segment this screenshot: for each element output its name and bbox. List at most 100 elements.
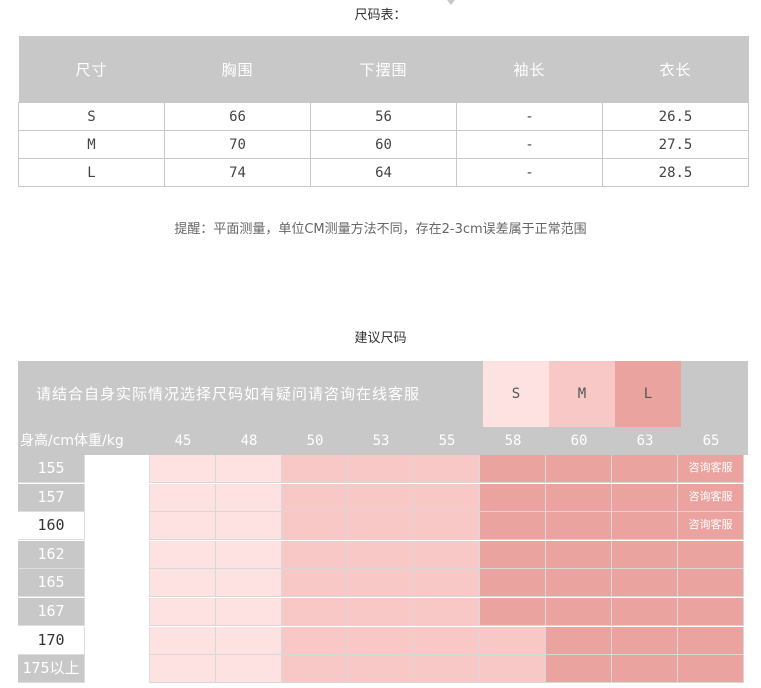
axis-label: 身高/cm体重/kg: [20, 433, 124, 449]
size-cell-m: [348, 655, 414, 684]
size-cell-l: [678, 626, 744, 655]
size-cell-m: [282, 483, 348, 512]
size-cell-m: [480, 655, 546, 684]
grid-row: 167: [18, 598, 748, 626]
size-cell-m: [348, 540, 414, 569]
size-cell-m: [282, 455, 348, 483]
size-cell-l: [546, 512, 612, 541]
size-cell-m: [348, 483, 414, 512]
blank-cell: [84, 455, 150, 483]
cell-sleeve: -: [456, 102, 603, 131]
size-cell-m: [414, 512, 480, 541]
size-cell-s: [150, 512, 216, 541]
consult-cell: 咨询客服: [678, 512, 744, 541]
weight-col-header: 50: [306, 433, 324, 449]
cell-hem: 60: [310, 130, 457, 159]
weight-col-header: 45: [174, 433, 192, 449]
size-cell-m: [348, 626, 414, 655]
size-cell-m: [348, 512, 414, 541]
size-cell-m: [282, 540, 348, 569]
legend-l: L: [615, 361, 681, 427]
cell-length: 27.5: [602, 130, 749, 159]
height-cell: 155: [18, 455, 84, 483]
size-cell-l: [546, 455, 612, 483]
size-cell-s: [150, 455, 216, 483]
size-cell-s: [150, 483, 216, 512]
size-cell-l: [546, 540, 612, 569]
size-cell-m: [414, 655, 480, 684]
size-cell-l: [480, 569, 546, 598]
weight-header: 身高/cm体重/kg 45 48 50 53 55 58 60 63 65: [18, 427, 748, 455]
table-row: M 70 60 - 27.5: [18, 130, 749, 159]
recommend-title: 建议尺码: [354, 331, 407, 346]
recommend-banner: 请结合自身实际情况选择尺码如有疑问请咨询在线客服 S M L: [18, 361, 748, 427]
size-cell-s: [216, 655, 282, 684]
size-cell-m: [348, 569, 414, 598]
size-cell-m: [414, 598, 480, 626]
size-cell-l: [678, 598, 744, 626]
size-cell-m: [348, 455, 414, 483]
blank-cell: [84, 655, 150, 684]
table-row: S 66 56 - 26.5: [18, 102, 749, 131]
size-cell-l: [612, 483, 678, 512]
cell-size: L: [18, 158, 165, 187]
cell-chest: 66: [164, 102, 311, 131]
size-cell-l: [678, 569, 744, 598]
cell-length: 28.5: [602, 158, 749, 187]
size-cell-s: [150, 655, 216, 684]
height-cell: 165: [18, 569, 84, 598]
size-cell-m: [414, 569, 480, 598]
cell-chest: 70: [164, 130, 311, 159]
height-cell: 175以上: [18, 655, 84, 684]
cell-size: S: [18, 102, 165, 131]
size-cell-m: [414, 455, 480, 483]
size-cell-m: [348, 598, 414, 626]
header-length: 衣长: [602, 36, 749, 103]
size-cell-s: [150, 626, 216, 655]
size-cell-s: [216, 626, 282, 655]
grid-row: 155 咨询客服: [18, 455, 748, 483]
blank-cell: [84, 598, 150, 626]
legend-s: S: [483, 361, 549, 427]
size-cell-m: [282, 569, 348, 598]
size-cell-s: [216, 512, 282, 541]
size-cell-m: [282, 655, 348, 684]
size-cell-s: [150, 598, 216, 626]
grid-row: 165: [18, 569, 748, 598]
height-cell: 157: [18, 483, 84, 512]
weight-col-header: 60: [570, 433, 588, 449]
size-cell-s: [150, 569, 216, 598]
size-cell-l: [480, 512, 546, 541]
height-cell: 160: [18, 512, 84, 541]
weight-col-header: 63: [636, 433, 654, 449]
size-cell-l: [480, 455, 546, 483]
header-chest: 胸围: [164, 36, 311, 103]
blank-cell: [84, 540, 150, 569]
size-cell-m: [282, 512, 348, 541]
size-cell-s: [216, 569, 282, 598]
cell-chest: 74: [164, 158, 311, 187]
size-cell-m: [282, 626, 348, 655]
measurement-note: 提醒：平面测量，单位CM测量方法不同，存在2-3cm误差属于正常范围: [174, 222, 587, 237]
cell-hem: 56: [310, 102, 457, 131]
legend-m: M: [549, 361, 615, 427]
weight-col-header: 65: [702, 433, 720, 449]
blank-cell: [84, 626, 150, 655]
consult-cell: 咨询客服: [678, 483, 744, 512]
size-cell-l: [612, 512, 678, 541]
size-cell-l: [480, 483, 546, 512]
size-cell-l: [612, 655, 678, 684]
weight-col-header: 53: [372, 433, 390, 449]
size-table-header: 尺寸 胸围 下摆围 袖长 衣长: [18, 36, 749, 103]
size-cell-l: [546, 655, 612, 684]
size-cell-l: [612, 626, 678, 655]
grid-row: 160 咨询客服: [18, 512, 748, 541]
size-cell-l: [546, 598, 612, 626]
size-cell-s: [216, 455, 282, 483]
grid-row: 170: [18, 626, 748, 655]
blank-cell: [84, 483, 150, 512]
size-cell-s: [216, 540, 282, 569]
height-cell: 170: [18, 626, 84, 655]
grid-row: 175以上: [18, 655, 748, 684]
size-cell-l: [546, 483, 612, 512]
